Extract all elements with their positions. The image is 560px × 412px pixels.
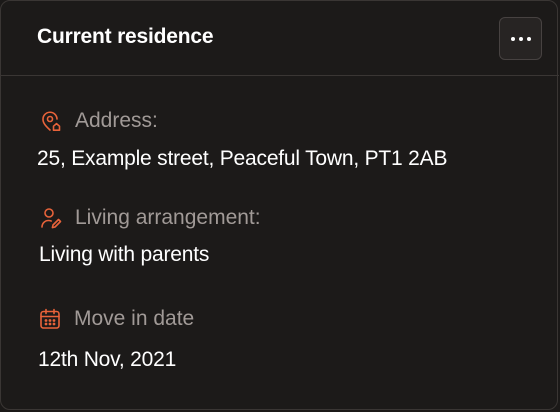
move-in-date-label-row: Move in date <box>38 307 194 331</box>
card-title: Current residence <box>37 25 214 48</box>
address-label: Address: <box>75 109 158 132</box>
move-in-date-label: Move in date <box>74 307 195 330</box>
address-label-row: Address: <box>39 109 158 133</box>
residence-card: Current residence Address: 25, Example s… <box>0 0 559 410</box>
address-value: 25, Example street, Peaceful Town, PT1 2… <box>37 147 448 170</box>
calendar-icon <box>40 308 60 329</box>
living-arrangement-label-row: Living arrangement: <box>39 206 261 230</box>
more-horizontal-icon <box>510 36 531 41</box>
living-arrangement-value: Living with parents <box>39 243 210 266</box>
move-in-date-value: 12th Nov, 2021 <box>38 348 177 371</box>
card-header: Current residence <box>1 1 559 76</box>
living-arrangement-label: Living arrangement: <box>75 206 261 229</box>
more-options-button[interactable] <box>499 17 542 60</box>
map-pin-home-icon <box>42 111 61 131</box>
user-edit-icon <box>41 208 62 229</box>
